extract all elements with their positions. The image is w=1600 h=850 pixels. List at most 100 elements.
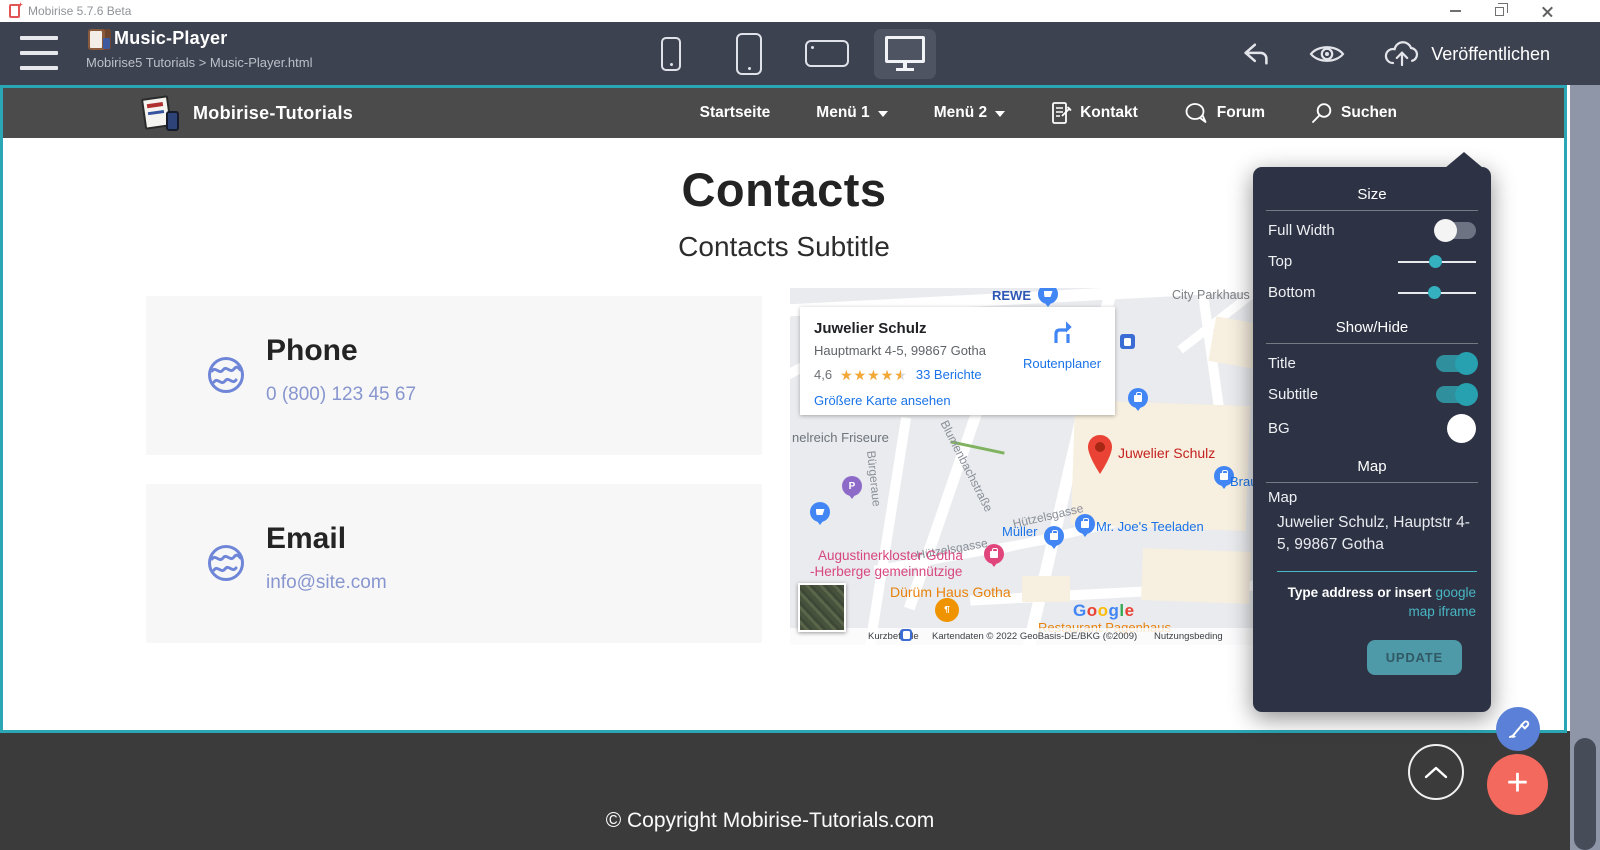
map-label-kloster-line2: -Herberge gemeinnützige (810, 564, 962, 579)
hint-text: Type address or insert (1288, 585, 1432, 600)
map-info-card: Juwelier Schulz Hauptmarkt 4-5, 99867 Go… (800, 307, 1115, 415)
bottom-padding-row: Bottom (1253, 277, 1491, 308)
larger-map-link[interactable]: Größere Karte ansehen (814, 393, 1101, 408)
site-brand[interactable]: Mobirise-Tutorials (141, 94, 353, 132)
cart-pin-icon[interactable] (810, 502, 830, 522)
tablet-icon (805, 40, 849, 67)
toolbar-actions: Veröffentlichen (1241, 28, 1550, 80)
full-width-label: Full Width (1268, 222, 1335, 239)
subtitle-toggle[interactable] (1436, 386, 1476, 403)
edit-style-button[interactable] (1496, 707, 1540, 751)
restore-button[interactable] (1482, 0, 1516, 22)
scrollbar-track[interactable] (1570, 85, 1600, 850)
close-button[interactable] (1530, 0, 1564, 22)
map-data-attribution: Kartendaten © 2022 GeoBasis-DE/BKG (©200… (932, 631, 1137, 642)
title-toggle[interactable] (1436, 355, 1476, 372)
map-label-kloster-line1: Augustinerkloster Gotha (818, 548, 963, 563)
window-title: Mobirise 5.7.6 Beta (28, 4, 131, 18)
phone-link[interactable]: 0 (800) 123 45 67 (266, 384, 416, 406)
add-block-button[interactable]: + (1487, 754, 1548, 815)
directions-button[interactable]: Routenplaner (1019, 319, 1105, 371)
device-phone-large-button[interactable] (718, 29, 780, 79)
map-terms-link[interactable]: Nutzungsbeding (1154, 631, 1223, 642)
nav-item-startseite[interactable]: Startseite (700, 104, 771, 122)
satellite-minimap[interactable] (798, 583, 846, 632)
reviews-link[interactable]: 33 Berichte (916, 367, 982, 382)
minimize-button[interactable] (1438, 0, 1472, 22)
publish-button[interactable]: Veröffentlichen (1383, 40, 1550, 68)
transit-icon[interactable] (1120, 334, 1135, 349)
red-marker-icon[interactable] (1085, 433, 1115, 477)
full-width-toggle[interactable] (1436, 222, 1476, 239)
map-label-mueller: Müller (1002, 524, 1037, 539)
map-label-juwelier-schulz: Juwelier Schulz (1118, 445, 1215, 461)
block-settings-panel: Size Full Width Top Bottom Show/Hide Tit… (1253, 167, 1491, 712)
title-row: Title (1253, 348, 1491, 379)
undo-icon (1241, 39, 1271, 69)
site-footer: © Copyright Mobirise-Tutorials.com (0, 731, 1570, 850)
nav-item-menu1[interactable]: Menü 1 (816, 104, 887, 122)
phone-large-icon (736, 33, 762, 75)
hamburger-menu-button[interactable] (20, 36, 58, 70)
nav-label: Menü 2 (934, 104, 987, 122)
shopping-bag-pin-icon[interactable] (1075, 514, 1095, 534)
scrollbar-thumb[interactable] (1574, 738, 1596, 850)
cart-pin-icon[interactable] (1038, 288, 1058, 304)
map-field-label: Map (1253, 487, 1491, 506)
directions-label: Routenplaner (1019, 356, 1105, 371)
email-card-heading: Email (266, 522, 346, 556)
bed-pin-icon[interactable] (984, 544, 1004, 564)
phone-card: Phone 0 (800) 123 45 67 (146, 296, 762, 455)
undo-button[interactable] (1241, 39, 1271, 69)
star-rating: ★★★★★★★★★★ (840, 368, 908, 382)
document-pen-icon (1051, 101, 1072, 125)
map-address-input[interactable]: Juwelier Schulz, Hauptstr 4-5, 99867 Got… (1277, 512, 1477, 572)
device-tablet-button[interactable] (796, 29, 858, 79)
restaurant-pin-icon[interactable]: ¶ (935, 598, 959, 622)
update-button[interactable]: UPDATE (1367, 640, 1462, 675)
chevron-up-icon (1424, 766, 1448, 779)
map-label-rewe: REWE (992, 288, 1031, 303)
nav-item-suchen[interactable]: Suchen (1311, 102, 1397, 124)
google-map[interactable]: REWE City Parkhaus nelreich Friseure Bür… (790, 288, 1253, 645)
rating-value: 4,6 (814, 367, 832, 382)
eye-icon (1309, 42, 1345, 66)
device-preview-group (640, 26, 936, 81)
nav-label: Suchen (1341, 104, 1397, 122)
divider (1266, 482, 1478, 483)
parking-pin-icon[interactable]: P (842, 476, 862, 496)
globe-icon (206, 543, 246, 583)
restore-icon (1495, 7, 1504, 16)
nav-label: Startseite (700, 104, 771, 122)
top-padding-row: Top (1253, 246, 1491, 277)
google-logo[interactable]: Google (1073, 601, 1135, 621)
mobirise-logo-icon (9, 4, 20, 18)
paintbrush-icon (1506, 717, 1530, 741)
desktop-icon (885, 36, 925, 72)
nav-item-kontakt[interactable]: Kontakt (1051, 101, 1138, 125)
project-icon (88, 29, 111, 50)
shopping-bag-pin-icon[interactable] (1044, 526, 1064, 546)
preview-button[interactable] (1309, 42, 1345, 66)
top-slider[interactable] (1398, 255, 1476, 269)
device-desktop-button[interactable] (874, 29, 936, 79)
bg-color-swatch[interactable] (1447, 414, 1476, 443)
phone-small-icon (661, 37, 681, 71)
shopping-bag-pin-icon[interactable] (1128, 388, 1148, 408)
brand-logo (141, 94, 183, 132)
nav-item-menu2[interactable]: Menü 2 (934, 104, 1005, 122)
subtitle-toggle-label: Subtitle (1268, 386, 1318, 403)
full-width-row: Full Width (1253, 215, 1491, 246)
cloud-upload-icon (1383, 40, 1421, 68)
bottom-slider[interactable] (1398, 286, 1476, 300)
map-attribution-bar: Kurzbefehle Kartendaten © 2022 GeoBasis-… (790, 628, 1253, 645)
map-label-brau: Brau (1230, 474, 1253, 489)
panel-map-heading: Map (1253, 458, 1491, 475)
top-label: Top (1268, 253, 1292, 270)
device-phone-small-button[interactable] (640, 29, 702, 79)
close-icon (1541, 5, 1554, 18)
email-link[interactable]: info@site.com (266, 572, 387, 594)
nav-item-forum[interactable]: Forum (1184, 102, 1265, 124)
scroll-to-top-button[interactable] (1408, 744, 1464, 800)
panel-arrow (1445, 152, 1483, 168)
